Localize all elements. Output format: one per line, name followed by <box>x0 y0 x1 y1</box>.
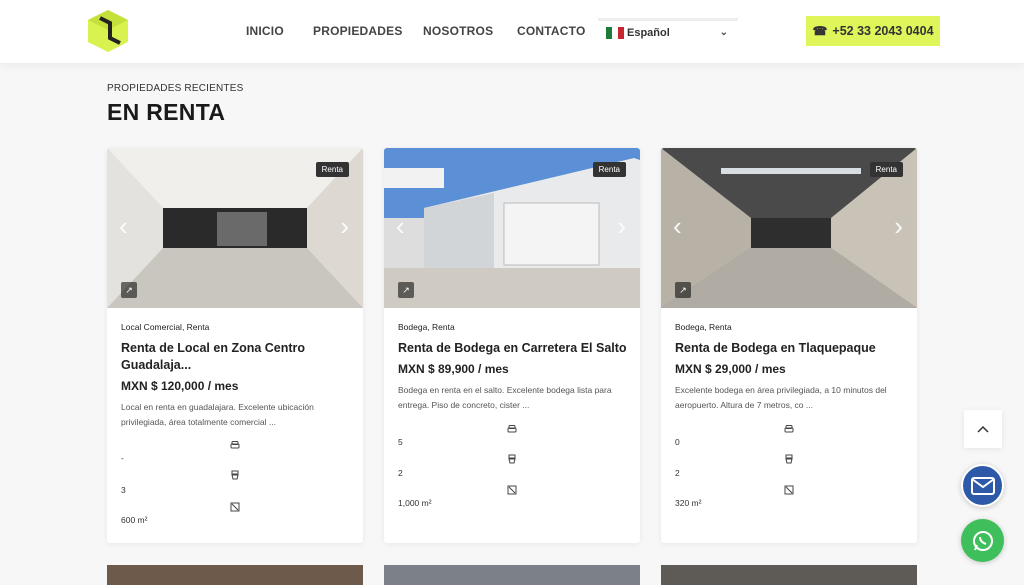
property-category[interactable]: Local Comercial, Renta <box>121 322 209 332</box>
status-badge: Renta <box>315 162 349 177</box>
toilet-icon <box>231 470 239 480</box>
phone-number: +52 33 2043 0404 <box>832 24 934 38</box>
property-card[interactable]: Renta ‹ › ↗ Local Comercial, Renta Renta… <box>107 148 363 543</box>
language-selector[interactable]: Español ⌄ <box>598 18 738 44</box>
property-card[interactable]: Renta ‹ › ↗ Bodega, Renta Renta de Bodeg… <box>384 148 640 543</box>
property-area: 600 m² <box>121 515 148 525</box>
car-icon <box>230 441 240 449</box>
envelope-icon <box>970 476 995 495</box>
property-description: Local en renta en guadalajara. Excelente… <box>121 402 314 427</box>
property-photo[interactable]: Renta ‹ › ↗ <box>384 148 640 308</box>
share-icon[interactable]: ↗ <box>121 282 137 298</box>
parking-count: 5 <box>398 437 403 447</box>
nav-inicio[interactable]: INICIO <box>246 24 284 38</box>
section-eyebrow: PROPIEDADES RECIENTES <box>107 83 244 94</box>
next-photo-arrow[interactable]: › <box>894 213 903 239</box>
area-icon <box>230 502 240 512</box>
scroll-to-top-button[interactable] <box>964 410 1002 448</box>
property-photo[interactable]: Renta ‹ › ↗ <box>107 148 363 308</box>
status-badge: Renta <box>869 162 903 177</box>
prev-photo-arrow[interactable]: ‹ <box>396 213 405 239</box>
prev-photo-arrow[interactable]: ‹ <box>673 213 682 239</box>
chevron-down-icon: ⌄ <box>719 27 728 38</box>
area-icon <box>784 485 794 495</box>
property-price: MXN $ 120,000 / mes <box>121 379 239 393</box>
chevron-up-icon <box>977 425 989 433</box>
email-button[interactable] <box>961 464 1004 507</box>
phone-icon: ☎ <box>812 24 828 38</box>
bathroom-count: 2 <box>675 468 680 478</box>
site-header: INICIO PROPIEDADES NOSOTROS CONTACTO Esp… <box>0 0 1024 64</box>
language-label: Español <box>627 26 670 39</box>
car-icon <box>507 425 517 433</box>
company-logo-icon[interactable] <box>86 8 130 54</box>
toilet-icon <box>508 454 516 464</box>
property-area: 320 m² <box>675 498 702 508</box>
whatsapp-icon <box>972 530 993 551</box>
property-description: Excelente bodega en área privilegiada, a… <box>675 385 887 410</box>
property-category[interactable]: Bodega, Renta <box>398 322 455 332</box>
nav-nosotros[interactable]: NOSOTROS <box>423 24 493 38</box>
next-photo-arrow[interactable]: › <box>617 213 626 239</box>
bathroom-count: 2 <box>398 468 403 478</box>
property-price: MXN $ 29,000 / mes <box>675 362 786 376</box>
mexico-flag-icon <box>606 26 624 39</box>
property-photo[interactable]: Renta ‹ › ↗ <box>661 148 917 308</box>
prev-photo-arrow[interactable]: ‹ <box>119 213 128 239</box>
car-icon <box>784 425 794 433</box>
phone-button[interactable]: ☎ +52 33 2043 0404 <box>806 16 940 46</box>
property-price: MXN $ 89,900 / mes <box>398 362 509 376</box>
status-badge: Renta <box>592 162 626 177</box>
share-icon[interactable]: ↗ <box>398 282 414 298</box>
share-icon[interactable]: ↗ <box>675 282 691 298</box>
area-icon <box>507 485 517 495</box>
section-title: EN RENTA <box>107 99 226 125</box>
next-property-card-photo[interactable] <box>384 565 640 585</box>
property-card[interactable]: Renta ‹ › ↗ Bodega, Renta Renta de Bodeg… <box>661 148 917 543</box>
property-category[interactable]: Bodega, Renta <box>675 322 732 332</box>
property-title[interactable]: Renta de Local en Zona Centro Guadalaja.… <box>121 340 351 374</box>
next-property-card-photo[interactable] <box>107 565 363 585</box>
property-title[interactable]: Renta de Bodega en Tlaquepaque <box>675 340 905 357</box>
next-photo-arrow[interactable]: › <box>340 213 349 239</box>
toilet-icon <box>785 454 793 464</box>
property-area: 1,000 m² <box>398 498 432 508</box>
parking-count: 0 <box>675 437 680 447</box>
nav-contacto[interactable]: CONTACTO <box>517 24 586 38</box>
bathroom-count: 3 <box>121 485 126 495</box>
whatsapp-button[interactable] <box>961 519 1004 562</box>
property-title[interactable]: Renta de Bodega en Carretera El Salto <box>398 340 628 357</box>
property-description: Bodega en renta en el salto. Excelente b… <box>398 385 612 410</box>
nav-propiedades[interactable]: PROPIEDADES <box>313 24 403 38</box>
parking-count: - <box>121 453 124 463</box>
next-property-card-photo[interactable] <box>661 565 917 585</box>
